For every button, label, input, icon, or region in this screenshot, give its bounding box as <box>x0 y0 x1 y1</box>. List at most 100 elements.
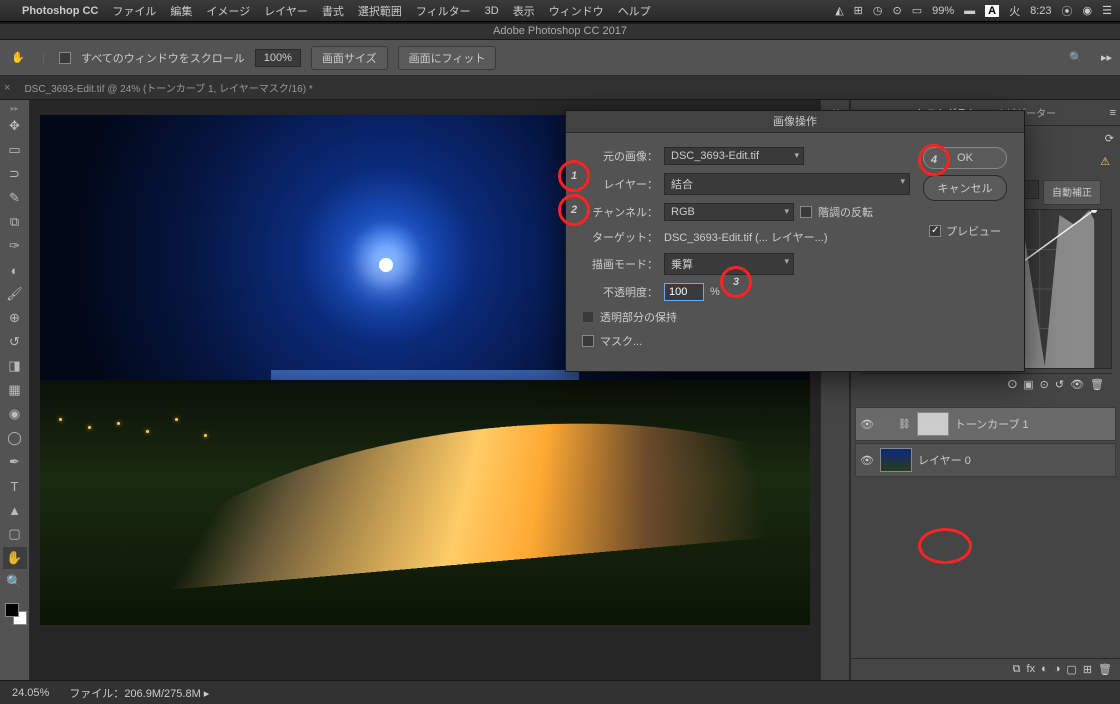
scroll-all-checkbox[interactable] <box>59 52 71 64</box>
hand-tool-icon[interactable]: ✋ <box>8 48 28 68</box>
status-zoom[interactable]: 24.05% <box>12 687 49 699</box>
mask-icon[interactable]: ◐ <box>1041 663 1048 676</box>
wifi-icon[interactable]: ⊙ <box>892 4 901 17</box>
refresh-icon[interactable]: ⟳ <box>1105 132 1114 145</box>
siri-icon[interactable]: ◉ <box>1083 4 1093 17</box>
menu-help[interactable]: ヘルプ <box>618 3 651 19</box>
preview-checkbox[interactable] <box>929 225 941 237</box>
battery-percent[interactable]: 99% <box>932 5 954 17</box>
trash-icon[interactable]: 🗑 <box>1090 378 1104 391</box>
cc-sync-icon[interactable]: ◭ <box>835 4 843 17</box>
color-swatches[interactable] <box>3 601 27 625</box>
scroll-all-label: すべてのウィンドウをスクロール <box>81 50 245 66</box>
mask-checkbox[interactable] <box>582 335 594 347</box>
layer-row-curves[interactable]: 👁 ⛓ トーンカーブ 1 <box>855 407 1116 441</box>
link-icon[interactable]: ⛓ <box>898 419 911 430</box>
fx-icon[interactable]: fx <box>1027 663 1036 676</box>
fit-screen-button[interactable]: 画面サイズ <box>311 46 388 70</box>
heal-tool-icon[interactable]: ◐ <box>3 259 27 281</box>
layer-thumb[interactable] <box>880 448 912 472</box>
dodge-tool-icon[interactable]: ◯ <box>3 427 27 449</box>
input-source[interactable]: A <box>985 5 999 17</box>
layer-thumb[interactable] <box>917 412 949 436</box>
group-icon[interactable]: ▢ <box>1066 663 1076 676</box>
zoom-button[interactable] <box>44 26 55 37</box>
eraser-tool-icon[interactable]: ◨ <box>3 355 27 377</box>
type-tool-icon[interactable]: T <box>3 475 27 497</box>
clock-icon[interactable]: ◷ <box>873 4 883 17</box>
visibility-icon[interactable]: 👁 <box>1070 378 1084 391</box>
marquee-tool-icon[interactable]: ▭ <box>3 139 27 161</box>
target-label: ターゲット： <box>582 229 658 245</box>
move-tool-icon[interactable]: ✥ <box>3 115 27 137</box>
close-button[interactable] <box>8 26 19 37</box>
fit-page-button[interactable]: 画面にフィット <box>398 46 497 70</box>
display-icon[interactable]: ▭ <box>912 4 922 17</box>
preserve-trans-checkbox <box>582 311 594 323</box>
adjustment-icon[interactable]: ◑ <box>1054 663 1061 676</box>
delete-layer-icon[interactable]: 🗑 <box>1098 663 1112 676</box>
minimize-button[interactable] <box>26 26 37 37</box>
battery-icon[interactable]: ▬ <box>964 5 975 17</box>
clock-day[interactable]: 火 <box>1009 3 1020 19</box>
menu-edit[interactable]: 編集 <box>170 3 192 19</box>
blur-tool-icon[interactable]: ◉ <box>3 403 27 425</box>
quick-select-tool-icon[interactable]: ✎ <box>3 187 27 209</box>
history-brush-tool-icon[interactable]: ↺ <box>3 331 27 353</box>
menu-layer[interactable]: レイヤー <box>264 3 308 19</box>
preview-label: プレビュー <box>946 223 1001 239</box>
notification-center-icon[interactable]: ☰ <box>1102 4 1112 17</box>
source-select[interactable]: DSC_3693-Edit.tif <box>664 147 804 165</box>
invert-checkbox[interactable] <box>800 206 812 218</box>
menu-select[interactable]: 選択範囲 <box>358 3 402 19</box>
annotation-4: 4 <box>918 144 950 176</box>
zoom-value[interactable]: 100% <box>255 49 301 67</box>
link-layers-icon[interactable]: ⧉ <box>1013 663 1021 676</box>
menu-filter[interactable]: フィルター <box>416 3 471 19</box>
menu-view[interactable]: 表示 <box>513 3 535 19</box>
cancel-button[interactable]: キャンセル <box>923 175 1007 201</box>
prev-state-icon[interactable]: ⊙ <box>1040 378 1049 391</box>
view-icon[interactable]: ▣ <box>1023 378 1033 391</box>
channel-select[interactable]: RGB <box>664 203 794 221</box>
reset-icon[interactable]: ↺ <box>1055 378 1064 391</box>
layer-name[interactable]: トーンカーブ 1 <box>955 416 1029 432</box>
panel-collapse-icon[interactable]: ▸▸ <box>1101 51 1112 64</box>
lasso-tool-icon[interactable]: ⊃ <box>3 163 27 185</box>
menu-file[interactable]: ファイル <box>112 3 156 19</box>
annotation-2: 2 <box>558 194 590 226</box>
layer-row-bg[interactable]: 👁 レイヤー 0 <box>855 443 1116 477</box>
visibility-toggle-icon[interactable]: 👁 <box>860 454 874 467</box>
stamp-tool-icon[interactable]: ⊕ <box>3 307 27 329</box>
layer-name[interactable]: レイヤー 0 <box>918 452 971 468</box>
app-name[interactable]: Photoshop CC <box>22 5 98 17</box>
menu-window[interactable]: ウィンドウ <box>549 3 604 19</box>
clock-time[interactable]: 8:23 <box>1030 5 1051 17</box>
auto-button[interactable]: 自動補正 <box>1043 180 1101 205</box>
menu-3d[interactable]: 3D <box>485 5 499 17</box>
zoom-tool-icon[interactable]: 🔍 <box>3 571 27 593</box>
opacity-input[interactable] <box>664 283 704 301</box>
document-tab[interactable]: DSC_3693-Edit.tif @ 24% (トーンカーブ 1, レイヤーマ… <box>14 76 322 99</box>
gradient-tool-icon[interactable]: ▦ <box>3 379 27 401</box>
eyedropper-tool-icon[interactable]: ✑ <box>3 235 27 257</box>
spotlight-icon[interactable]: ⦿ <box>1062 3 1073 19</box>
panel-icon[interactable]: ⊞ <box>854 4 863 17</box>
crop-tool-icon[interactable]: ⧉ <box>3 211 27 233</box>
shape-tool-icon[interactable]: ▢ <box>3 523 27 545</box>
brush-tool-icon[interactable]: 🖌 <box>3 283 27 305</box>
hand-tool-icon[interactable]: ✋ <box>3 547 27 569</box>
layer-select[interactable]: 結合 <box>664 173 910 195</box>
menu-type[interactable]: 書式 <box>322 3 344 19</box>
path-select-tool-icon[interactable]: ▲ <box>3 499 27 521</box>
search-icon[interactable]: 🔍 <box>1069 51 1083 64</box>
menu-image[interactable]: イメージ <box>206 3 250 19</box>
preserve-trans-label: 透明部分の保持 <box>600 309 677 325</box>
pen-tool-icon[interactable]: ✒ <box>3 451 27 473</box>
clip-icon[interactable]: ⵙ <box>1007 378 1017 391</box>
layer-label: レイヤー： <box>582 176 658 192</box>
visibility-toggle-icon[interactable]: 👁 <box>860 418 874 431</box>
tab-close-icon[interactable]: × <box>4 82 10 94</box>
new-layer-icon[interactable]: ⊞ <box>1083 663 1092 676</box>
panel-menu-icon[interactable]: ≡ <box>1110 107 1116 119</box>
